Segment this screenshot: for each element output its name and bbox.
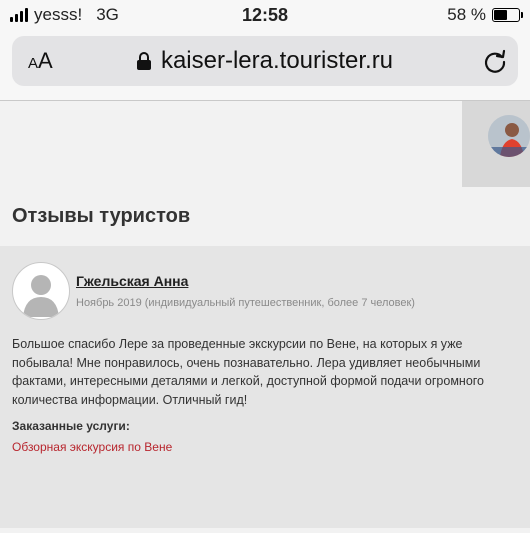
section-title: Отзывы туристов (0, 187, 530, 246)
reviewer-name-link[interactable]: Гжельская Анна (76, 273, 188, 289)
page-top (0, 101, 530, 187)
reload-icon[interactable] (482, 48, 508, 74)
browser-toolbar: AA kaiser-lera.tourister.ru (0, 30, 530, 100)
status-right: 58 % (447, 5, 523, 25)
address-bar[interactable]: AA kaiser-lera.tourister.ru (12, 36, 518, 86)
services-label: Заказанные услуги: (12, 419, 130, 433)
status-bar: yesss! 3G 12:58 58 % (0, 0, 530, 30)
review-text: Большое спасибо Лере за проведенные экск… (12, 337, 485, 407)
url-text: kaiser-lera.tourister.ru (160, 47, 394, 74)
guide-avatar[interactable] (488, 115, 530, 157)
battery-percent: 58 % (447, 5, 486, 24)
battery-icon (492, 8, 523, 22)
review-meta: Ноябрь 2019 (индивидуальный путешественн… (76, 297, 415, 309)
review-card: Гжельская Анна Ноябрь 2019 (индивидуальн… (0, 246, 530, 528)
service-link[interactable]: Обзорная экскурсия по Вене (12, 440, 172, 454)
page-bottom (0, 528, 530, 533)
lock-icon (136, 52, 151, 70)
reviewer-avatar-icon (12, 262, 70, 320)
url-display[interactable]: kaiser-lera.tourister.ru (12, 36, 518, 86)
guide-photo-panel[interactable] (462, 101, 530, 187)
